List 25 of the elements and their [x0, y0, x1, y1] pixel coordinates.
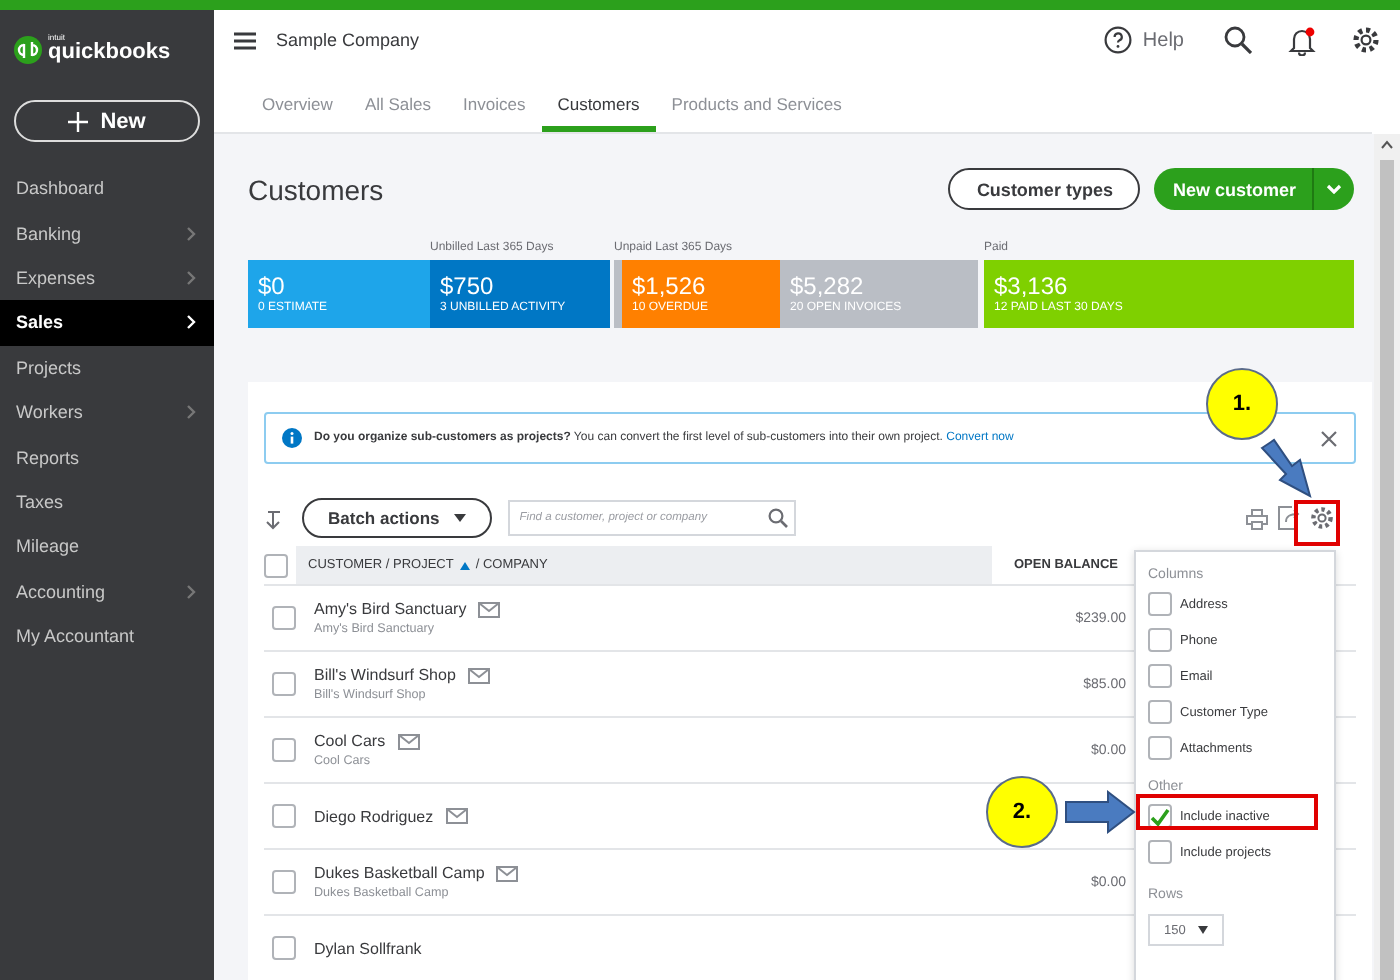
sidebar-item[interactable]: Projects	[0, 345, 214, 390]
sidebar-item[interactable]: Taxes	[0, 479, 214, 525]
help-button[interactable]: Help	[1104, 26, 1184, 54]
sidebar-item[interactable]: Banking	[0, 210, 214, 256]
sidebar-item[interactable]: Dashboard	[0, 166, 214, 211]
customer-name[interactable]: Dukes Basketball Camp	[314, 864, 485, 882]
company-name: Sample Company	[276, 30, 422, 50]
sidebar-item[interactable]: Mileage	[0, 524, 214, 570]
sidebar-item[interactable]: Accounting	[0, 569, 214, 614]
sidebar-item[interactable]: Reports	[0, 434, 214, 480]
sidebar-item[interactable]: Workers	[0, 389, 214, 435]
new-button[interactable]: New	[14, 100, 200, 142]
customer-name[interactable]: Cool Cars	[314, 732, 386, 750]
callout-marker: 2.	[986, 776, 1058, 848]
callout-marker: 1.	[1206, 368, 1278, 440]
sidebar-item[interactable]: Sales	[0, 300, 214, 346]
batch-actions-button[interactable]: Batch actions	[302, 498, 492, 538]
page-title: Customers	[248, 173, 386, 205]
sidebar-item[interactable]: My Accountant	[0, 613, 214, 659]
sidebar-item[interactable]: Expenses	[0, 255, 214, 301]
customer-name[interactable]: Bill's Windsurf Shop	[314, 666, 456, 684]
customer-name[interactable]: Dylan Sollfrank	[314, 939, 422, 957]
customer-name[interactable]: Diego Rodriguez	[314, 807, 434, 825]
customer-types-button[interactable]: Customer types	[948, 168, 1141, 210]
customer-name[interactable]: Amy's Bird Sanctuary	[314, 600, 467, 618]
